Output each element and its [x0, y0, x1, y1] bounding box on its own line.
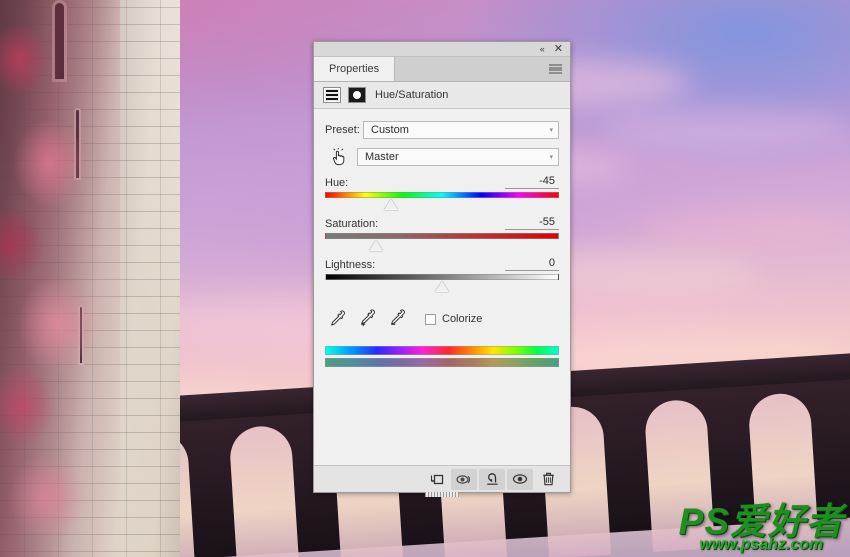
close-icon[interactable]: ✕ — [554, 43, 563, 55]
chevron-down-icon: ▾ — [549, 127, 553, 134]
colorize-label: Colorize — [442, 313, 483, 325]
saturation-slider-head: Saturation: -55 — [325, 216, 559, 230]
lightness-slider-thumb[interactable] — [435, 281, 449, 292]
tab-properties-label: Properties — [329, 63, 380, 75]
result-spectrum-bar[interactable] — [325, 358, 559, 367]
hue-slider-block: Hue: -45 — [325, 175, 559, 211]
watermark: PS爱好者 www.psahz.com — [679, 503, 844, 553]
cloud — [640, 210, 850, 250]
hue-track[interactable] — [325, 192, 559, 198]
watermark-url: www.psahz.com — [699, 536, 824, 553]
saturation-track-wrap[interactable] — [325, 233, 559, 252]
source-spectrum-bar — [325, 346, 559, 355]
preset-label: Preset: — [325, 124, 360, 136]
eye-icon[interactable] — [507, 468, 533, 490]
hue-value-input[interactable]: -45 — [505, 175, 559, 189]
cloud — [600, 110, 850, 150]
on-image-adjustment-icon[interactable] — [329, 147, 351, 167]
adjustment-layer-thumbnail-icon[interactable] — [323, 87, 341, 103]
saturation-track[interactable] — [325, 233, 559, 239]
saturation-slider-thumb[interactable] — [369, 240, 384, 251]
panel-footer — [314, 465, 570, 497]
eyedropper-add-icon[interactable] — [357, 309, 377, 329]
reset-icon[interactable] — [479, 468, 505, 490]
panel-body: Preset: Custom ▾ Master ▾ Hue: -45 Satur… — [314, 109, 570, 465]
saturation-label: Saturation: — [325, 218, 379, 230]
panel-resize-grip[interactable] — [425, 492, 459, 497]
eyedropper-tools-row: Colorize — [325, 309, 559, 329]
saturation-value-input[interactable]: -55 — [505, 216, 559, 230]
preset-value: Custom — [371, 124, 409, 136]
panel-menu-icon[interactable] — [549, 64, 562, 74]
lightness-label: Lightness: — [325, 259, 376, 271]
properties-panel[interactable]: « ✕ Properties Hue/Saturation Preset: Cu… — [313, 41, 571, 497]
preset-select[interactable]: Custom ▾ — [363, 121, 559, 139]
adjustment-title: Hue/Saturation — [375, 89, 449, 101]
layer-mask-thumbnail-icon[interactable] — [348, 87, 366, 103]
viaduct-arch — [228, 424, 300, 557]
eyedropper-icon[interactable] — [327, 309, 347, 329]
colorize-checkbox[interactable] — [425, 313, 436, 325]
trash-icon[interactable] — [535, 469, 561, 490]
watermark-title: PS爱好者 — [678, 501, 844, 542]
channel-value: Master — [365, 151, 399, 163]
channel-select[interactable]: Master ▾ — [357, 148, 559, 166]
lightness-slider-head: Lightness: 0 — [325, 257, 559, 271]
eyedropper-subtract-icon[interactable] — [387, 309, 407, 329]
saturation-slider-block: Saturation: -55 — [325, 216, 559, 252]
lightness-track-wrap[interactable] — [325, 274, 559, 293]
channel-row: Master ▾ — [325, 147, 559, 167]
collapse-icon[interactable]: « — [540, 44, 545, 54]
hue-slider-thumb[interactable] — [383, 199, 398, 210]
colorize-checkbox-row[interactable]: Colorize — [425, 313, 482, 325]
view-previous-state-icon[interactable] — [451, 468, 477, 490]
panel-tabbar[interactable]: Properties — [314, 57, 570, 82]
adjustment-header: Hue/Saturation — [314, 82, 570, 109]
hue-slider-head: Hue: -45 — [325, 175, 559, 189]
panel-titlebar[interactable]: « ✕ — [314, 42, 570, 57]
lightness-slider-block: Lightness: 0 — [325, 257, 559, 293]
hue-label: Hue: — [325, 177, 349, 189]
lightness-value-input[interactable]: 0 — [505, 257, 559, 271]
preset-row: Preset: Custom ▾ — [325, 121, 559, 139]
tab-properties[interactable]: Properties — [314, 57, 396, 81]
flowering-vines — [0, 0, 120, 557]
spectrum-bars — [325, 346, 559, 367]
screenshot-root: PS爱好者 www.psahz.com « ✕ Properties Hue/S… — [0, 0, 850, 557]
hue-track-wrap[interactable] — [325, 192, 559, 211]
lightness-track[interactable] — [325, 274, 559, 280]
clip-to-layer-icon[interactable] — [423, 469, 449, 490]
chevron-down-icon: ▾ — [549, 154, 553, 161]
